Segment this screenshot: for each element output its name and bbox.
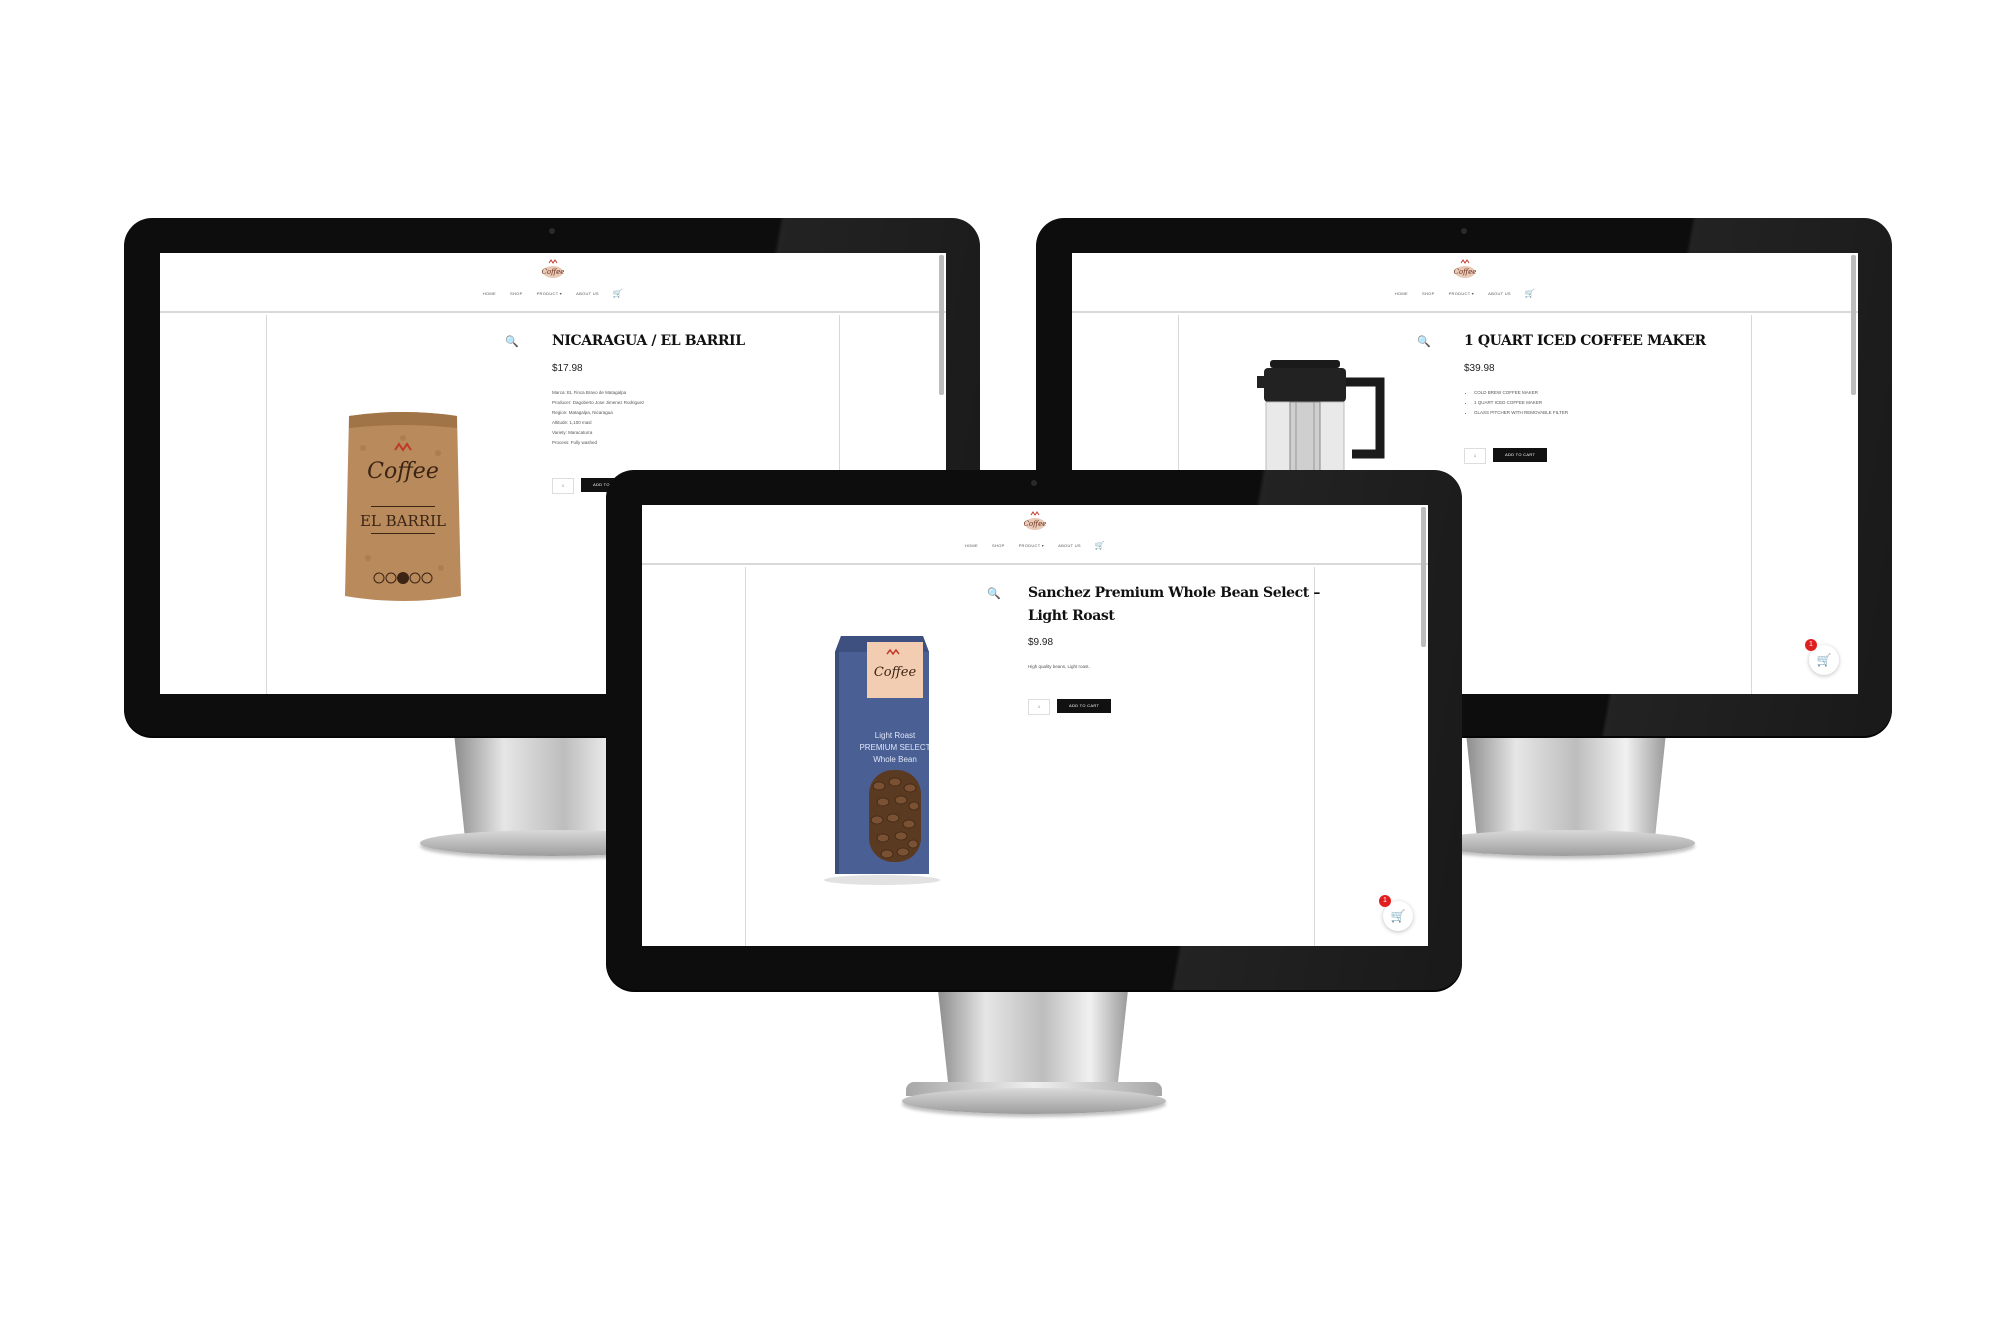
cart-icon[interactable]: 🛒 bbox=[613, 290, 623, 298]
product-title: 1 QUART ICED COFFEE MAKER bbox=[1464, 333, 1706, 349]
product-bullets: COLD BREW COFFEE MAKER 1 QUART ICED COFF… bbox=[1464, 388, 1568, 418]
zoom-icon[interactable]: 🔍 bbox=[1417, 335, 1431, 348]
detail-line: Marca: EL Finca Bravo de Matagalpa bbox=[552, 390, 627, 395]
product-title: NICARAGUA / EL BARRIL bbox=[552, 333, 745, 349]
zoom-icon[interactable]: 🔍 bbox=[505, 335, 519, 348]
nav-shop[interactable]: SHOP bbox=[510, 291, 523, 296]
main-nav: HOME SHOP PRODUCT ▾ ABOUT US 🛒 bbox=[160, 290, 946, 298]
coffee-logo-icon: Coffee bbox=[542, 259, 565, 278]
product-price: $9.98 bbox=[1028, 637, 1054, 648]
column-divider bbox=[745, 567, 746, 946]
nav-product[interactable]: PRODUCT ▾ bbox=[537, 291, 563, 296]
svg-text:Whole Bean: Whole Bean bbox=[873, 755, 917, 764]
nav-about[interactable]: ABOUT US bbox=[1058, 543, 1081, 548]
monitor-stand-neck bbox=[938, 990, 1128, 1095]
detail-line: Variety: Maracaturra bbox=[552, 430, 593, 435]
product-price: $17.98 bbox=[552, 363, 583, 374]
quantity-input[interactable]: 1 bbox=[552, 478, 574, 494]
product-details: Marca: EL Finca Bravo de Matagalpa Produ… bbox=[552, 388, 644, 448]
detail-line: Process: Fully washed bbox=[552, 440, 598, 445]
product-image-coffee-box[interactable]: Coffee Light Roast PREMIUM SELECT Whole … bbox=[817, 630, 947, 890]
cart-count-badge: 1 bbox=[1379, 895, 1391, 907]
monitor-bezel: Coffee HOME SHOP PRODUCT ▾ ABOUT US 🛒 🔍 bbox=[606, 470, 1462, 990]
coffee-logo-icon: Coffee bbox=[1454, 259, 1477, 278]
nav-home[interactable]: HOME bbox=[965, 543, 978, 548]
cart-icon[interactable]: 🛒 bbox=[1525, 290, 1535, 298]
add-to-cart-button[interactable]: ADD TO CART bbox=[1493, 448, 1548, 462]
svg-text:Coffee: Coffee bbox=[1454, 268, 1477, 276]
site-header: Coffee HOME SHOP PRODUCT ▾ ABOUT US 🛒 bbox=[160, 253, 946, 313]
svg-text:PREMIUM SELECT: PREMIUM SELECT bbox=[859, 743, 930, 752]
svg-text:Coffee: Coffee bbox=[874, 665, 917, 680]
svg-text:Coffee: Coffee bbox=[367, 459, 439, 484]
monitor-center: Coffee HOME SHOP PRODUCT ▾ ABOUT US 🛒 🔍 bbox=[606, 470, 1462, 1120]
coffee-logo-icon: Coffee bbox=[1024, 511, 1047, 530]
nav-product[interactable]: PRODUCT ▾ bbox=[1019, 543, 1045, 548]
cart-count-badge: 1 bbox=[1805, 639, 1817, 651]
column-divider bbox=[266, 315, 267, 694]
svg-text:Light Roast: Light Roast bbox=[875, 731, 916, 740]
scrollbar[interactable] bbox=[939, 255, 944, 395]
floating-cart-button[interactable]: 🛒 1 bbox=[1805, 639, 1839, 675]
nav-about[interactable]: ABOUT US bbox=[576, 291, 599, 296]
site-header: Coffee HOME SHOP PRODUCT ▾ ABOUT US 🛒 bbox=[642, 505, 1428, 565]
product-image-iced-coffee-maker[interactable] bbox=[1252, 358, 1392, 478]
scrollbar[interactable] bbox=[1851, 255, 1856, 395]
quantity-input[interactable]: 1 bbox=[1464, 448, 1486, 464]
nav-shop[interactable]: SHOP bbox=[1422, 291, 1435, 296]
product-image-kraft-bag[interactable]: Coffee EL BARRIL bbox=[343, 408, 463, 608]
column-divider bbox=[1751, 315, 1752, 694]
product-price: $39.98 bbox=[1464, 363, 1495, 374]
screen: Coffee HOME SHOP PRODUCT ▾ ABOUT US 🛒 🔍 bbox=[642, 505, 1428, 946]
camera-dot bbox=[1461, 228, 1467, 234]
nav-home[interactable]: HOME bbox=[1395, 291, 1408, 296]
nav-home[interactable]: HOME bbox=[483, 291, 496, 296]
detail-line: Altitude: 1,100 masl bbox=[552, 420, 592, 425]
svg-text:Coffee: Coffee bbox=[542, 268, 565, 276]
camera-dot bbox=[549, 228, 555, 234]
monitor-stand-foot bbox=[902, 1088, 1166, 1114]
product-title: Sanchez Premium Whole Bean Select – Ligh… bbox=[1028, 582, 1320, 628]
basket-icon: 🛒 bbox=[1390, 909, 1406, 923]
nav-about[interactable]: ABOUT US bbox=[1488, 291, 1511, 296]
quantity-input[interactable]: 1 bbox=[1028, 699, 1050, 715]
detail-line: Producer: Dagoberto Jose Jimenez Rodrigu… bbox=[552, 400, 645, 405]
basket-icon: 🛒 bbox=[1816, 653, 1832, 667]
scrollbar[interactable] bbox=[1421, 507, 1426, 647]
zoom-icon[interactable]: 🔍 bbox=[987, 587, 1001, 600]
product-title-line-1: Sanchez Premium Whole Bean Select – bbox=[1028, 585, 1320, 601]
main-nav: HOME SHOP PRODUCT ▾ ABOUT US 🛒 bbox=[642, 542, 1428, 550]
monitor-stand-foot bbox=[1431, 830, 1695, 856]
site-header: Coffee HOME SHOP PRODUCT ▾ ABOUT US 🛒 bbox=[1072, 253, 1858, 313]
svg-text:EL BARRIL: EL BARRIL bbox=[360, 512, 446, 530]
detail-line: Region: Matagalpa, Nicaragua bbox=[552, 410, 613, 415]
svg-text:Coffee: Coffee bbox=[1024, 520, 1047, 528]
camera-dot bbox=[1031, 480, 1037, 486]
bullet-item: COLD BREW COFFEE MAKER bbox=[1474, 388, 1568, 398]
nav-shop[interactable]: SHOP bbox=[992, 543, 1005, 548]
product-description: High quality beans, Light roast. bbox=[1028, 664, 1090, 669]
floating-cart-button[interactable]: 🛒 1 bbox=[1379, 895, 1413, 931]
product-title-line-2: Light Roast bbox=[1028, 608, 1115, 624]
bullet-item: GLASS PITCHER WITH REMOVABLE FILTER bbox=[1474, 408, 1568, 418]
nav-product[interactable]: PRODUCT ▾ bbox=[1449, 291, 1475, 296]
bullet-item: 1 QUART ICED COFFEE MAKER bbox=[1474, 398, 1568, 408]
main-nav: HOME SHOP PRODUCT ▾ ABOUT US 🛒 bbox=[1072, 290, 1858, 298]
cart-icon[interactable]: 🛒 bbox=[1095, 542, 1105, 550]
add-to-cart-button[interactable]: ADD TO CART bbox=[1057, 699, 1112, 713]
